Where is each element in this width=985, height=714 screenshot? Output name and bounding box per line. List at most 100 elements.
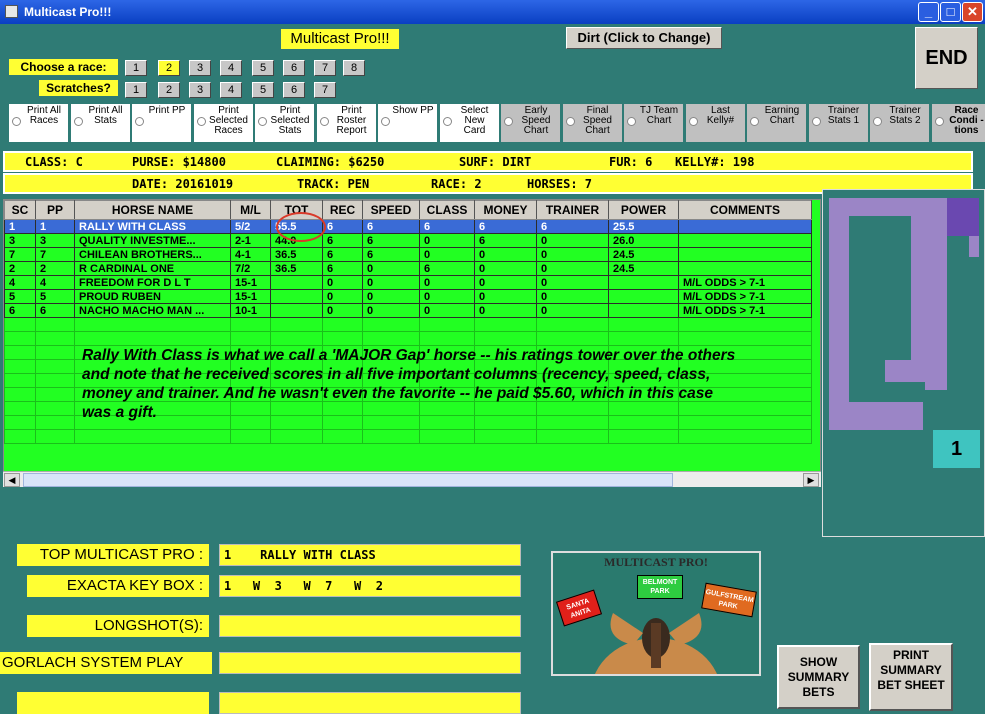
column-header-money[interactable]: MONEY: [474, 200, 537, 220]
table-row[interactable]: 1 1 RALLY WITH CLASS 5/2 55.5 6 6 6 6 6 25.5: [4, 219, 812, 234]
show-summary-bets-button[interactable]: SHOW SUMMARY BETS: [777, 645, 860, 709]
radio-icon[interactable]: [196, 117, 206, 126]
option-label: Race Condi -tions: [949, 105, 984, 136]
radio-icon[interactable]: [688, 117, 698, 126]
table-cell: [678, 219, 812, 234]
radio-icon[interactable]: [381, 117, 390, 126]
option-print-roster-report[interactable]: Print Roster Report: [316, 104, 376, 142]
column-header-comments[interactable]: COMMENTS: [678, 200, 812, 220]
option-print-selected-races[interactable]: Print Selected Races: [193, 104, 253, 142]
column-header-pp[interactable]: PP: [35, 200, 75, 220]
option-earning-chart[interactable]: Earning Chart: [747, 104, 806, 142]
table-row[interactable]: 3 3 QUALITY INVESTME... 2-1 44.0 6 6 0 6 0 26.0: [4, 233, 812, 248]
radio-icon[interactable]: [258, 117, 267, 126]
option-race-condi-tions[interactable]: Race Condi -tions: [931, 104, 985, 142]
race-button-1[interactable]: 1: [125, 60, 147, 76]
table-cell: R CARDINAL ONE: [74, 261, 231, 276]
table-cell: 4: [4, 275, 36, 290]
option-tj-team-chart[interactable]: TJ Team Chart: [624, 104, 683, 142]
option-trainer-stats-1[interactable]: Trainer Stats 1: [808, 104, 868, 142]
radio-icon[interactable]: [319, 117, 329, 126]
radio-icon[interactable]: [504, 117, 513, 126]
scratch-button-5[interactable]: 5: [252, 82, 274, 98]
empty-cell: [4, 373, 36, 388]
horse-grid[interactable]: SC PP HORSE NAME M/L TOT REC SPEED CLASS MONEY TR…: [3, 199, 821, 487]
surface-toggle-button[interactable]: Dirt (Click to Change): [566, 27, 722, 49]
horizontal-scrollbar[interactable]: ◀ ▶: [3, 471, 821, 487]
table-row[interactable]: 4 4 FREEDOM FOR D L T 15-1 0 0 0 0 0 M/L ODDS > 7…: [4, 275, 812, 290]
column-header-class[interactable]: CLASS: [419, 200, 475, 220]
end-button[interactable]: END: [915, 27, 978, 89]
table-row[interactable]: 5 5 PROUD RUBEN 15-1 0 0 0 0 0 M/L ODDS > 7-1: [4, 289, 812, 304]
minimize-icon[interactable]: _: [918, 2, 939, 22]
scratch-button-6[interactable]: 6: [283, 82, 305, 98]
race-button-4[interactable]: 4: [220, 60, 242, 76]
option-last-kelly[interactable]: Last Kelly#: [685, 104, 745, 142]
option-label: Last Kelly#: [706, 105, 735, 126]
column-header-trainer[interactable]: TRAINER: [536, 200, 609, 220]
table-cell: 0: [474, 275, 537, 290]
table-cell: [270, 275, 323, 290]
radio-icon[interactable]: [565, 117, 575, 126]
radio-icon[interactable]: [627, 117, 636, 126]
column-header-speed[interactable]: SPEED: [362, 200, 420, 220]
scratch-button-3[interactable]: 3: [189, 82, 211, 98]
radio-icon[interactable]: [135, 117, 144, 126]
radio-icon[interactable]: [811, 117, 821, 126]
scratch-button-2[interactable]: 2: [158, 82, 180, 98]
race-button-3[interactable]: 3: [189, 60, 211, 76]
table-cell: 6: [322, 261, 363, 276]
race-button-6[interactable]: 6: [283, 60, 305, 76]
radio-icon[interactable]: [750, 117, 759, 126]
option-print-pp[interactable]: Print PP: [132, 104, 191, 142]
table-cell: 6: [474, 233, 537, 248]
table-row[interactable]: 6 6 NACHO MACHO MAN ... 10-1 0 0 0 0 0 M/L ODDS >…: [4, 303, 812, 318]
table-row[interactable]: 7 7 CHILEAN BROTHERS... 4-1 36.5 6 6 0 0 0 24.5: [4, 247, 812, 262]
table-cell: 36.5: [270, 261, 323, 276]
option-show-pp[interactable]: Show PP: [378, 104, 437, 142]
table-cell: M/L ODDS > 7-1: [678, 289, 812, 304]
scroll-left-icon[interactable]: ◀: [4, 473, 20, 487]
scroll-thumb[interactable]: [23, 473, 673, 487]
table-cell: 24.5: [608, 247, 679, 262]
scratch-button-1[interactable]: 1: [125, 82, 147, 98]
empty-cell: [230, 429, 271, 444]
radio-icon[interactable]: [442, 117, 452, 126]
radio-icon[interactable]: [12, 117, 21, 126]
table-cell: [608, 303, 679, 318]
option-early-speed-chart[interactable]: Early Speed Chart: [501, 104, 560, 142]
scratch-button-7[interactable]: 7: [314, 82, 336, 98]
option-select-new-card[interactable]: Select New Card: [439, 104, 499, 142]
column-header-sc[interactable]: SC: [4, 200, 36, 220]
column-header-rec[interactable]: REC: [322, 200, 363, 220]
empty-cell: [4, 415, 36, 430]
radio-icon[interactable]: [934, 117, 944, 126]
option-trainer-stats-2[interactable]: Trainer Stats 2: [870, 104, 929, 142]
race-horses: HORSES: 7: [527, 177, 593, 191]
race-button-7[interactable]: 7: [314, 60, 336, 76]
column-header-m-l[interactable]: M/L: [230, 200, 271, 220]
total-highlight-circle: [276, 212, 326, 242]
option-print-all-stats[interactable]: Print All Stats: [70, 104, 130, 142]
table-row[interactable]: 22R CARDINAL ONE 7/2 36.5 6 0 6 0 0 24.5: [4, 261, 812, 276]
maximize-icon[interactable]: □: [940, 2, 961, 22]
scratch-button-4[interactable]: 4: [220, 82, 242, 98]
option-final-speed-chart[interactable]: Final Speed Chart: [562, 104, 622, 142]
table-cell: 1: [35, 219, 75, 234]
close-icon[interactable]: ✕: [962, 2, 983, 22]
race-button-8[interactable]: 8: [343, 60, 365, 76]
print-summary-bet-sheet-button[interactable]: PRINT SUMMARY BET SHEET: [869, 643, 953, 711]
option-print-selected-stats[interactable]: Print Selected Stats: [255, 104, 314, 142]
race-button-5[interactable]: 5: [252, 60, 274, 76]
race-button-2[interactable]: 2: [158, 60, 180, 76]
radio-icon[interactable]: [873, 117, 882, 126]
scroll-right-icon[interactable]: ▶: [803, 473, 819, 487]
window-title: Multicast Pro!!!: [24, 5, 112, 19]
empty-cell: [35, 429, 75, 444]
radio-icon[interactable]: [73, 117, 83, 126]
column-header-horse-name[interactable]: HORSE NAME: [74, 200, 231, 220]
empty-cell: [230, 317, 271, 332]
option-print-all-races[interactable]: Print All Races: [9, 104, 68, 142]
column-header-power[interactable]: POWER: [608, 200, 679, 220]
table-cell: RALLY WITH CLASS: [74, 219, 231, 234]
